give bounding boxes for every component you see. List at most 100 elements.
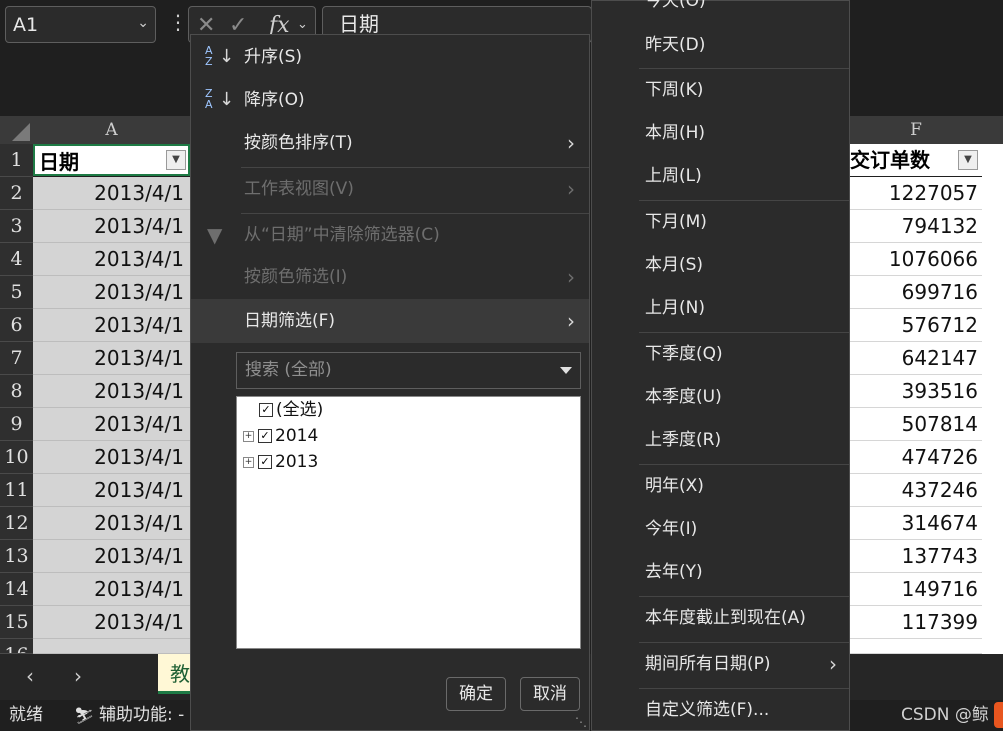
cell-orders[interactable]: 393516 (850, 375, 982, 408)
row-header[interactable]: 11 (0, 474, 33, 507)
cell-date[interactable]: 2013/4/1 (33, 243, 190, 276)
expand-icon[interactable]: + (243, 456, 254, 468)
cell-date[interactable]: 2013/4/1 (33, 210, 190, 243)
submenu-item-this-month[interactable]: 本月(S) (592, 245, 849, 285)
submenu-item-last-year[interactable]: 去年(Y) (592, 552, 849, 592)
cell-orders[interactable]: 437246 (850, 474, 982, 507)
select-all-corner[interactable] (0, 116, 33, 144)
checkbox-checked-icon[interactable]: ✓ (259, 403, 273, 417)
sheet-tab[interactable]: 教 (158, 654, 192, 694)
row-header[interactable]: 8 (0, 375, 33, 408)
submenu-item-last-quarter[interactable]: 上季度(R) (592, 420, 849, 460)
filter-search-input[interactable]: 搜索 (全部) (236, 352, 581, 389)
row-header[interactable]: 16 (0, 639, 33, 654)
cell-orders[interactable]: 314674 (850, 507, 982, 540)
submenu-item-this-quarter[interactable]: 本季度(U) (592, 377, 849, 417)
expand-icon[interactable]: + (243, 430, 254, 442)
accessibility-icon[interactable]: ⛷ (74, 700, 94, 731)
column-header-g[interactable] (982, 116, 1003, 144)
accessibility-status[interactable]: 辅助功能: - (99, 700, 184, 731)
prev-sheet-icon[interactable]: ‹ (26, 664, 34, 688)
cell-orders[interactable]: 1227057 (850, 177, 982, 210)
column-header-f[interactable]: F (850, 116, 982, 144)
sheet-view-item[interactable]: 工作表视图(V) › (191, 169, 589, 209)
row-header[interactable]: 10 (0, 441, 33, 474)
row-header[interactable]: 2 (0, 177, 33, 210)
checkbox-checked-icon[interactable]: ✓ (258, 429, 272, 443)
row-header[interactable]: 3 (0, 210, 33, 243)
cell-date[interactable]: 2013/4/1 (33, 540, 190, 573)
cell-orders[interactable]: 1076066 (850, 243, 982, 276)
submenu-item-next-month[interactable]: 下月(M) (592, 202, 849, 242)
cell-date-partial[interactable] (33, 639, 190, 654)
cell-orders[interactable]: 117399 (850, 606, 982, 639)
tree-item-2013[interactable]: + ✓ 2013 (243, 450, 318, 474)
cell-orders[interactable]: 642147 (850, 342, 982, 375)
submenu-item-all-dates[interactable]: 期间所有日期(P) › (592, 644, 849, 684)
cell-date[interactable]: 2013/4/1 (33, 408, 190, 441)
filter-by-color-item[interactable]: 按颜色筛选(I) › (191, 257, 589, 297)
cell-orders[interactable]: 576712 (850, 309, 982, 342)
row-header[interactable]: 6 (0, 309, 33, 342)
chevron-down-icon[interactable]: ⌄ (137, 15, 149, 31)
row-header[interactable]: 13 (0, 540, 33, 573)
resize-grip-icon[interactable]: ⋱ (575, 715, 587, 729)
row-header[interactable]: 14 (0, 573, 33, 606)
cell-date[interactable]: 2013/4/1 (33, 507, 190, 540)
row-header[interactable]: 12 (0, 507, 33, 540)
row-header[interactable]: 4 (0, 243, 33, 276)
chevron-down-icon[interactable]: ⌄ (297, 17, 308, 32)
cell-orders[interactable]: 699716 (850, 276, 982, 309)
cell-date[interactable]: 2013/4/1 (33, 474, 190, 507)
tree-item-2014[interactable]: + ✓ 2014 (243, 424, 318, 448)
submenu-item-next-week[interactable]: 下周(K) (592, 70, 849, 110)
submenu-item-yesterday[interactable]: 昨天(D) (592, 25, 849, 65)
cell-date[interactable]: 2013/4/1 (33, 177, 190, 210)
submenu-item-this-year[interactable]: 今年(I) (592, 509, 849, 549)
cell-orders[interactable]: 507814 (850, 408, 982, 441)
cancel-button[interactable]: 取消 (520, 677, 580, 711)
cell-date[interactable]: 2013/4/1 (33, 573, 190, 606)
submenu-item-today[interactable]: 今天(O) (592, 0, 849, 20)
cell-orders[interactable]: 794132 (850, 210, 982, 243)
row-header[interactable]: 1 (0, 144, 33, 177)
cell-orders[interactable]: 137743 (850, 540, 982, 573)
next-sheet-icon[interactable]: › (74, 664, 82, 688)
filter-dropdown-button[interactable]: ▼ (958, 150, 978, 170)
row-header[interactable]: 15 (0, 606, 33, 639)
dropdown-arrow-icon[interactable] (560, 367, 572, 374)
sort-descending-item[interactable]: ZA ↓ 降序(O) (191, 80, 589, 120)
cell-date[interactable]: 2013/4/1 (33, 309, 190, 342)
cell-date[interactable]: 2013/4/1 (33, 276, 190, 309)
cell-orders[interactable]: 149716 (850, 573, 982, 606)
row-header[interactable]: 7 (0, 342, 33, 375)
cell-orders-partial[interactable] (850, 639, 982, 654)
ok-button[interactable]: 确定 (446, 677, 506, 711)
cell-date[interactable]: 2013/4/1 (33, 375, 190, 408)
row-header[interactable]: 9 (0, 408, 33, 441)
submenu-item-last-month[interactable]: 上月(N) (592, 288, 849, 328)
tree-item-select-all[interactable]: ✓ (全选) (259, 398, 323, 422)
cell-date[interactable]: 2013/4/1 (33, 441, 190, 474)
clear-filter-item[interactable]: ▼ 从“日期”中清除筛选器(C) (191, 215, 589, 255)
filter-dropdown-button[interactable]: ▼ (166, 150, 186, 170)
submenu-item-year-to-date[interactable]: 本年度截止到现在(A) (592, 598, 849, 638)
cell-date[interactable]: 2013/4/1 (33, 342, 190, 375)
submenu-item-next-year[interactable]: 明年(X) (592, 466, 849, 506)
checkbox-checked-icon[interactable]: ✓ (258, 455, 272, 469)
submenu-item-this-week[interactable]: 本周(H) (592, 113, 849, 153)
more-options-icon[interactable]: ⋮ (168, 12, 188, 32)
cell-date[interactable]: 2013/4/1 (33, 606, 190, 639)
row-header[interactable]: 5 (0, 276, 33, 309)
name-box[interactable]: A1 ⌄ (5, 6, 156, 43)
date-filter-item[interactable]: 日期筛选(F) › (191, 299, 589, 343)
column-header-a[interactable]: A (33, 116, 190, 144)
chevron-right-icon: › (567, 309, 575, 333)
submenu-item-last-week[interactable]: 上周(L) (592, 156, 849, 196)
submenu-item-next-quarter[interactable]: 下季度(Q) (592, 334, 849, 374)
cell-orders[interactable]: 474726 (850, 441, 982, 474)
sort-by-color-item[interactable]: 按颜色排序(T) › (191, 123, 589, 163)
column-g-cells[interactable] (982, 144, 1003, 654)
submenu-item-custom-filter[interactable]: 自定义筛选(F)... (592, 690, 849, 730)
sort-ascending-item[interactable]: AZ ↓ 升序(S) (191, 37, 589, 77)
